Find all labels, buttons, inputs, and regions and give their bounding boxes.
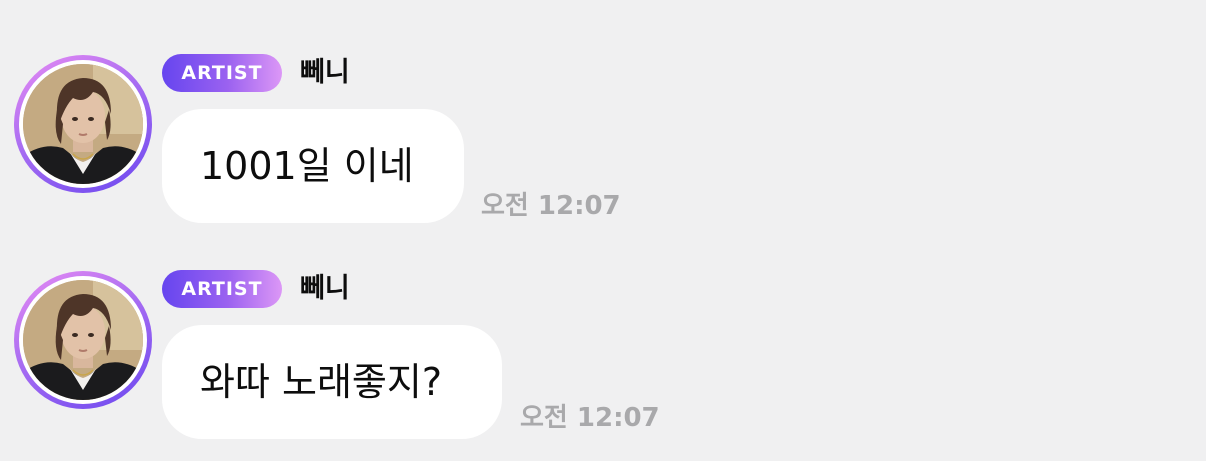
artist-badge: ARTIST [162,54,282,92]
artist-badge: ARTIST [162,270,282,308]
avatar[interactable] [14,271,152,409]
chat-message-list: ARTIST 뻬니 1001일 이네 오전 12:07 ARTIST 뻬니 와따… [0,0,1206,461]
sender-name[interactable]: 뻬니 [300,270,350,308]
message-timestamp: 오전 12:07 [520,403,660,433]
chat-message: ARTIST 뻬니 1001일 이네 오전 12:07 [0,52,1206,242]
profile-photo-icon [23,280,143,400]
message-timestamp: 오전 12:07 [481,191,621,221]
message-bubble[interactable]: 1001일 이네 [162,109,464,223]
chat-message: ARTIST 뻬니 와따 노래좋지? 오전 12:07 [0,268,1206,458]
profile-photo-icon [23,64,143,184]
avatar[interactable] [14,55,152,193]
sender-name[interactable]: 뻬니 [300,54,350,92]
message-bubble[interactable]: 와따 노래좋지? [162,325,502,439]
